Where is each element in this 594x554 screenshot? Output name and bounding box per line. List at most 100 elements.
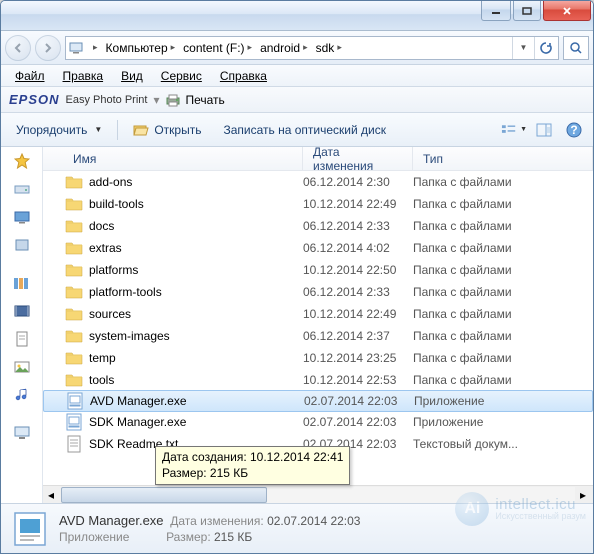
file-name: platforms: [89, 263, 303, 277]
nav-forward-button[interactable]: [35, 35, 61, 61]
breadcrumb-label: sdk: [316, 41, 335, 55]
sidebar-pictures-icon[interactable]: [12, 357, 32, 377]
status-size: 215 КБ: [214, 530, 252, 544]
file-date: 10.12.2014 23:25: [303, 351, 413, 365]
file-row[interactable]: docs06.12.2014 2:33Папка с файлами: [43, 215, 593, 237]
toolbar-sep: [117, 120, 118, 140]
breadcrumb-item[interactable]: sdk▸: [312, 37, 346, 59]
file-type: Приложение: [414, 394, 592, 408]
sidebar-desktop-icon[interactable]: [12, 207, 32, 227]
sidebar-item[interactable]: [12, 235, 32, 255]
column-date[interactable]: Дата изменения: [303, 147, 413, 170]
help-button[interactable]: ?: [561, 118, 587, 142]
breadcrumb-label: android: [260, 41, 300, 55]
search-button[interactable]: [563, 36, 589, 60]
file-date: 10.12.2014 22:49: [303, 307, 413, 321]
refresh-button[interactable]: [534, 37, 556, 59]
file-name: SDK Manager.exe: [89, 415, 303, 429]
file-date: 06.12.2014 2:37: [303, 329, 413, 343]
tooltip-line: Размер: 215 КБ: [162, 466, 343, 482]
breadcrumb-label: content (F:): [183, 41, 244, 55]
file-row[interactable]: platforms10.12.2014 22:50Папка с файлами: [43, 259, 593, 281]
file-row[interactable]: temp10.12.2014 23:25Папка с файлами: [43, 347, 593, 369]
breadcrumb-item[interactable]: android▸: [256, 37, 312, 59]
epson-print-button[interactable]: Печать: [165, 93, 224, 107]
column-header-row: Имя Дата изменения Тип: [43, 147, 593, 171]
scroll-track[interactable]: [61, 487, 575, 503]
file-type: Папка с файлами: [413, 219, 593, 233]
column-type[interactable]: Тип: [413, 147, 593, 170]
tooltip-line: Дата создания: 10.12.2014 22:41: [162, 450, 343, 466]
nav-pane[interactable]: [1, 147, 43, 503]
file-name: extras: [89, 241, 303, 255]
scroll-left-button[interactable]: ◂: [43, 487, 60, 503]
address-bar[interactable]: ▸ Компьютер▸ content (F:)▸ android▸ sdk▸…: [65, 36, 559, 60]
computer-icon: [68, 40, 84, 56]
file-row[interactable]: sources10.12.2014 22:49Папка с файлами: [43, 303, 593, 325]
menu-view[interactable]: Вид: [113, 67, 151, 85]
epson-print-label: Печать: [185, 93, 224, 107]
file-date: 06.12.2014 4:02: [303, 241, 413, 255]
file-list[interactable]: add-ons06.12.2014 2:30Папка с файламиbui…: [43, 171, 593, 485]
horizontal-scrollbar[interactable]: ◂ ▸: [43, 485, 593, 503]
file-name: temp: [89, 351, 303, 365]
scroll-thumb[interactable]: [61, 487, 267, 503]
breadcrumb-item[interactable]: content (F:)▸: [179, 37, 256, 59]
file-name: docs: [89, 219, 303, 233]
file-type: Папка с файлами: [413, 285, 593, 299]
computer-nav-icon[interactable]: [12, 423, 32, 443]
minimize-button[interactable]: [481, 1, 511, 21]
file-name: AVD Manager.exe: [90, 394, 304, 408]
burn-button[interactable]: Записать на оптический диск: [214, 118, 395, 142]
file-row[interactable]: extras06.12.2014 4:02Папка с файлами: [43, 237, 593, 259]
file-date: 02.07.2014 22:03: [303, 415, 413, 429]
scroll-right-button[interactable]: ▸: [574, 487, 592, 503]
open-button[interactable]: Открыть: [124, 118, 210, 142]
file-name: add-ons: [89, 175, 303, 189]
epson-logo: EPSON: [9, 92, 60, 107]
file-date: 02.07.2014 22:03: [304, 394, 414, 408]
file-row[interactable]: platform-tools06.12.2014 2:33Папка с фай…: [43, 281, 593, 303]
menu-file[interactable]: Файл: [7, 67, 53, 85]
preview-pane-button[interactable]: [531, 118, 557, 142]
file-type: Папка с файлами: [413, 329, 593, 343]
file-type: Приложение: [413, 415, 593, 429]
file-name: sources: [89, 307, 303, 321]
file-date: 10.12.2014 22:53: [303, 373, 413, 387]
favorites-icon[interactable]: [12, 151, 32, 171]
file-row[interactable]: build-tools10.12.2014 22:49Папка с файла…: [43, 193, 593, 215]
navbar: ▸ Компьютер▸ content (F:)▸ android▸ sdk▸…: [1, 31, 593, 65]
view-mode-button[interactable]: ▼: [501, 118, 527, 142]
sidebar-music-icon[interactable]: [12, 385, 32, 405]
column-name[interactable]: Имя: [43, 147, 303, 170]
menu-edit[interactable]: Правка: [55, 67, 112, 85]
sidebar-videos-icon[interactable]: [12, 301, 32, 321]
sidebar-drive-icon[interactable]: [12, 179, 32, 199]
file-row[interactable]: system-images06.12.2014 2:37Папка с файл…: [43, 325, 593, 347]
maximize-button[interactable]: [513, 1, 541, 21]
status-type: Приложение: [59, 530, 129, 544]
status-date: 02.07.2014 22:03: [267, 514, 360, 528]
menu-help[interactable]: Справка: [212, 67, 275, 85]
menubar: Файл Правка Вид Сервис Справка: [1, 65, 593, 87]
nav-back-button[interactable]: [5, 35, 31, 61]
organize-button[interactable]: Упорядочить▼: [7, 118, 111, 142]
file-row[interactable]: SDK Manager.exe02.07.2014 22:03Приложени…: [43, 411, 593, 433]
file-row[interactable]: AVD Manager.exe02.07.2014 22:03Приложени…: [43, 390, 593, 412]
address-history-button[interactable]: ▼: [512, 37, 534, 59]
menu-tools[interactable]: Сервис: [153, 67, 210, 85]
libraries-icon[interactable]: [12, 273, 32, 293]
help-icon: ?: [566, 122, 582, 138]
breadcrumb-sep[interactable]: ▸: [86, 37, 102, 59]
file-type: Папка с файлами: [413, 263, 593, 277]
file-date: 06.12.2014 2:30: [303, 175, 413, 189]
toolbar: Упорядочить▼ Открыть Записать на оптичес…: [1, 113, 593, 147]
file-type: Папка с файлами: [413, 241, 593, 255]
close-button[interactable]: [543, 1, 591, 21]
epson-sep: ▾: [153, 93, 159, 107]
sidebar-documents-icon[interactable]: [12, 329, 32, 349]
file-type: Папка с файлами: [413, 373, 593, 387]
breadcrumb-item[interactable]: Компьютер▸: [102, 37, 180, 59]
file-row[interactable]: add-ons06.12.2014 2:30Папка с файлами: [43, 171, 593, 193]
file-row[interactable]: tools10.12.2014 22:53Папка с файлами: [43, 369, 593, 391]
